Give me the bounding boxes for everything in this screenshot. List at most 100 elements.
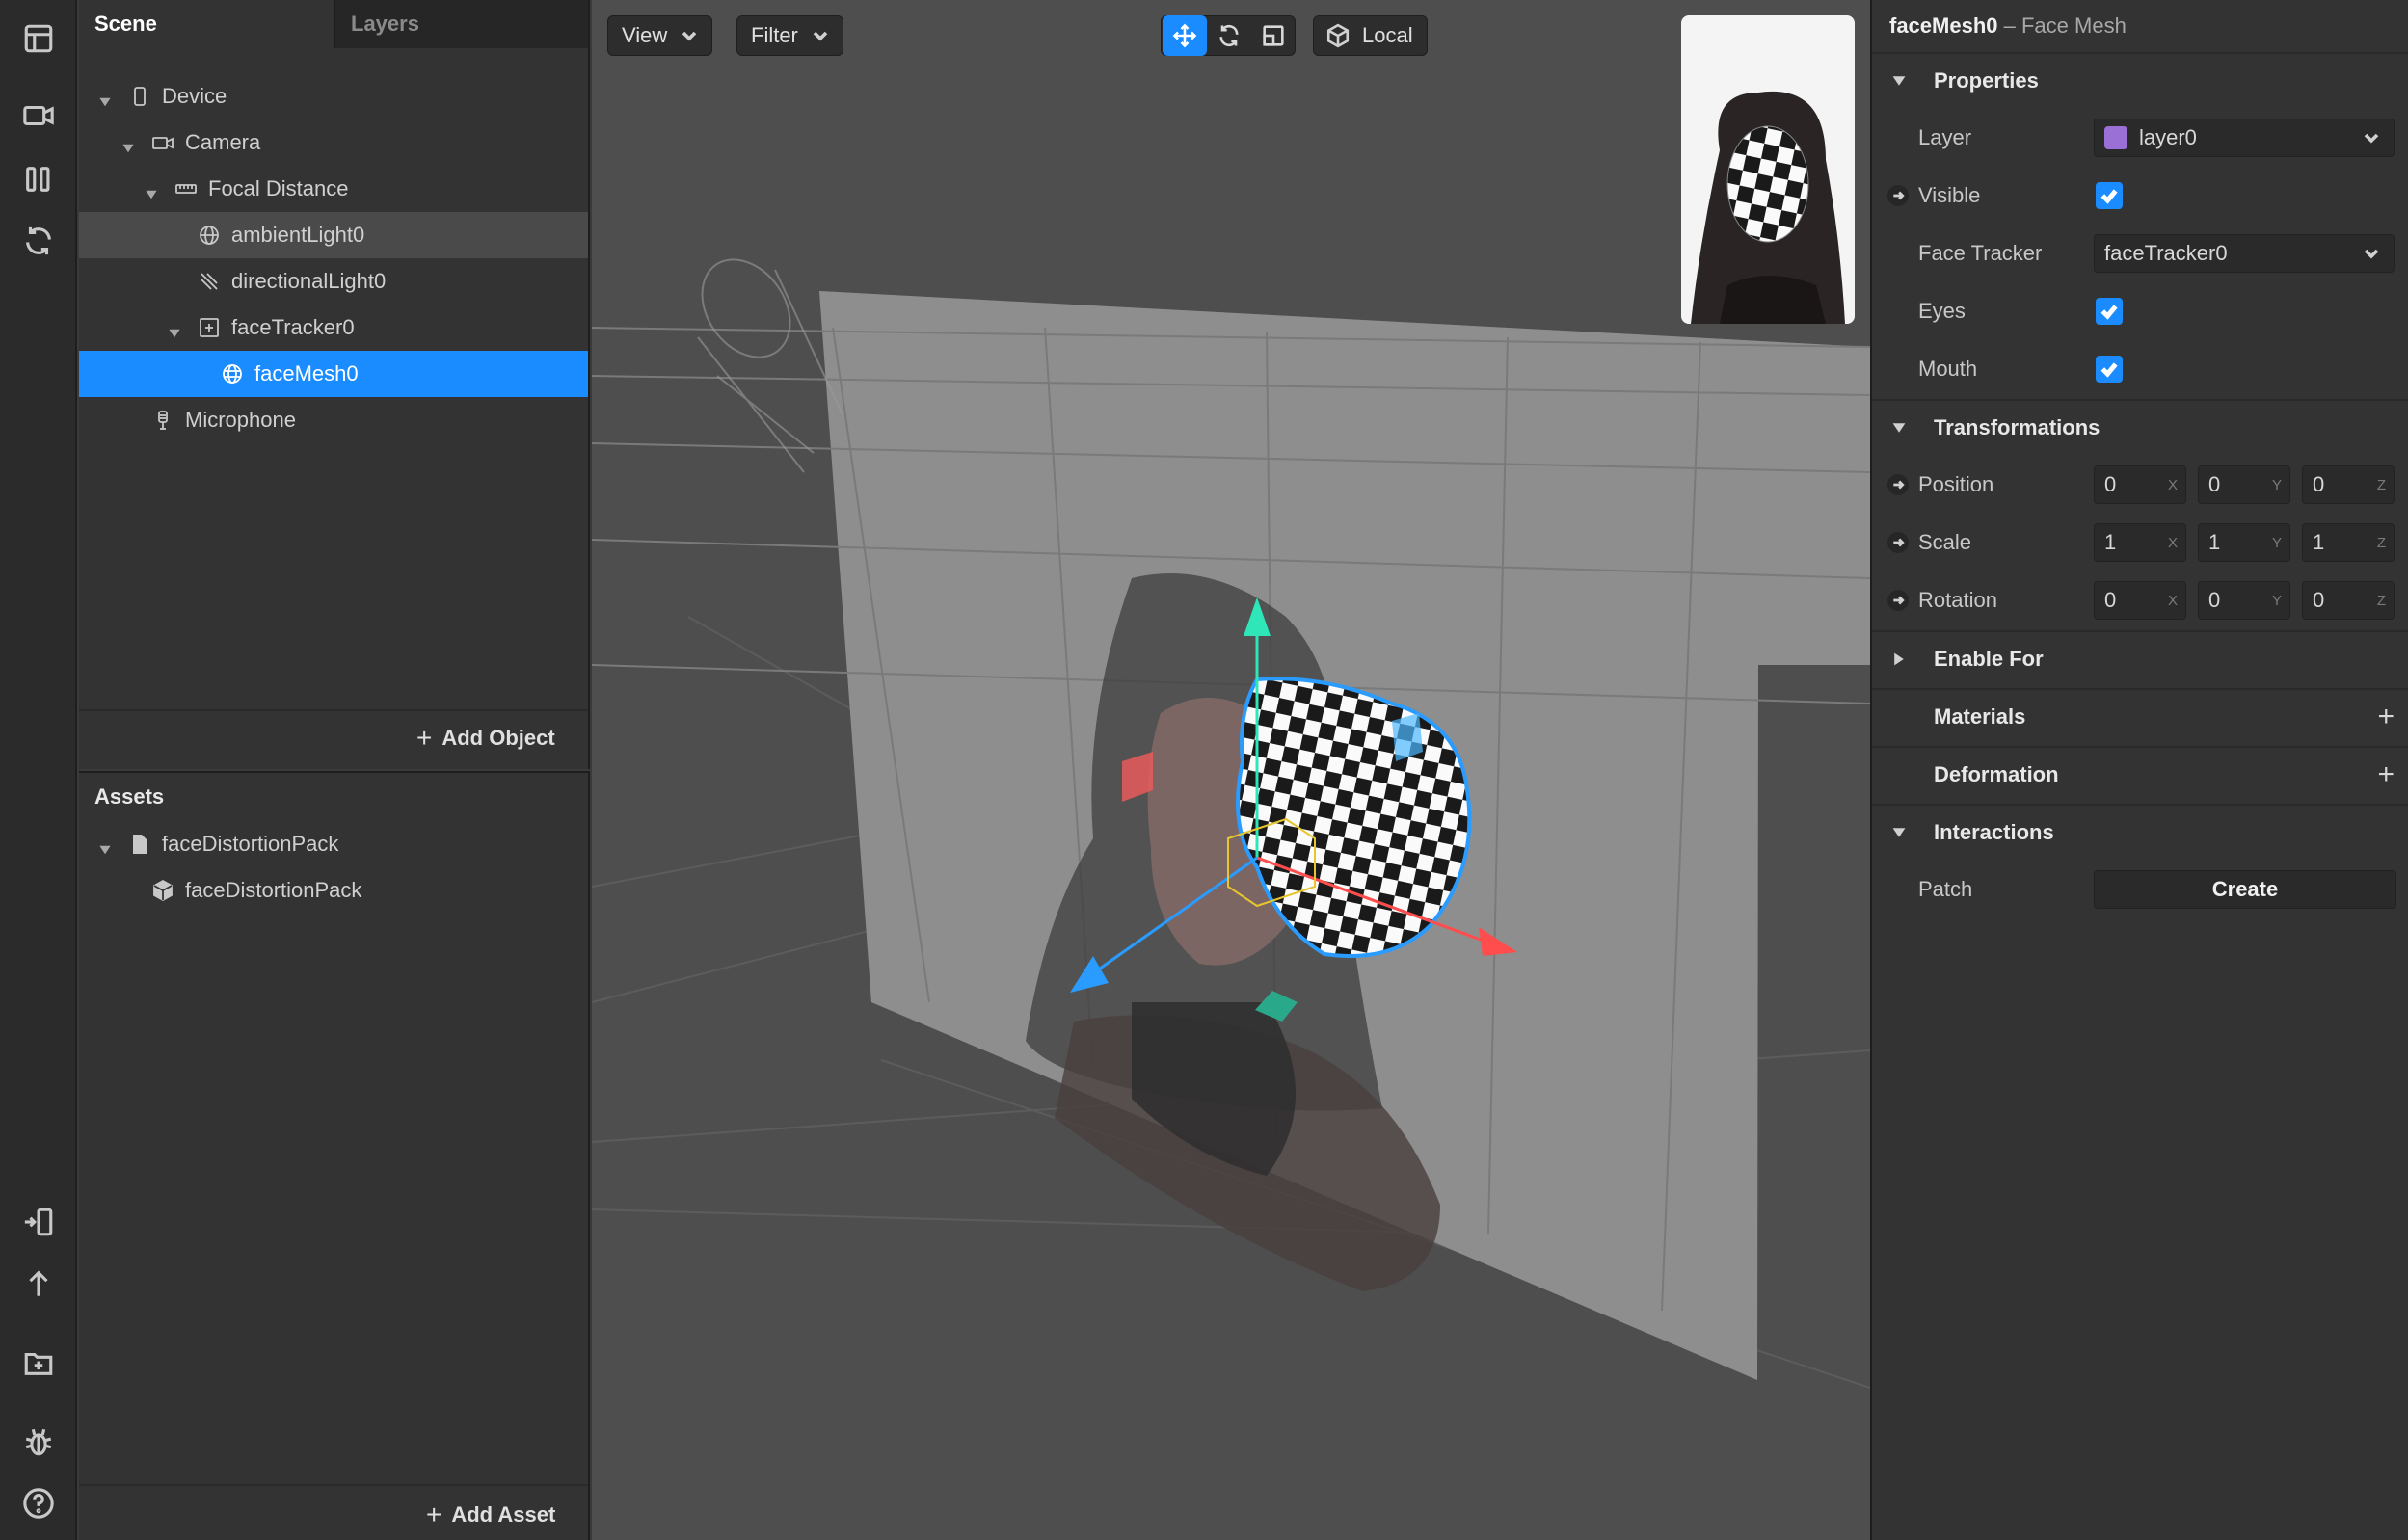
scene-panel-tabs: Scene Layers xyxy=(79,0,588,48)
tab-scene[interactable]: Scene xyxy=(79,0,334,48)
add-object-button[interactable]: + Add Object xyxy=(416,723,555,754)
position-x-field[interactable]: 0X xyxy=(2094,465,2186,504)
help-icon[interactable] xyxy=(19,1484,58,1523)
tree-item-facetracker[interactable]: faceTracker0 xyxy=(79,305,588,351)
add-asset-button[interactable]: + Add Asset xyxy=(426,1500,555,1530)
axis-label: X xyxy=(2167,476,2178,493)
field-value: 0 xyxy=(2208,472,2221,496)
add-folder-icon[interactable] xyxy=(19,1343,58,1382)
chevron-down-icon[interactable] xyxy=(98,837,112,855)
device-preview[interactable] xyxy=(1681,15,1855,324)
face-tracker-label: Face Tracker xyxy=(1918,241,2043,265)
chevron-down-icon[interactable] xyxy=(145,182,158,199)
tree-item-device[interactable]: Device xyxy=(79,73,588,119)
tree-item-focal-distance[interactable]: Focal Distance xyxy=(79,166,588,212)
mouth-label: Mouth xyxy=(1918,357,1978,381)
filter-label: Filter xyxy=(751,23,798,47)
chevron-down-icon[interactable] xyxy=(168,321,181,338)
divider xyxy=(79,1484,588,1486)
scene-canvas[interactable] xyxy=(592,0,1870,1540)
connect-arrow-icon[interactable] xyxy=(1887,590,1909,611)
prop-eyes: Eyes xyxy=(1872,283,2408,339)
connect-arrow-icon[interactable] xyxy=(1887,185,1909,206)
section-materials[interactable]: Materials + xyxy=(1872,688,2408,744)
face-tracker-icon xyxy=(197,315,222,340)
bug-icon[interactable] xyxy=(19,1422,58,1461)
section-interactions[interactable]: Interactions xyxy=(1872,804,2408,860)
add-deformation-button[interactable]: + xyxy=(2377,758,2395,791)
connect-arrow-icon[interactable] xyxy=(1887,532,1909,553)
section-properties[interactable]: Properties xyxy=(1872,52,2408,108)
axis-label: X xyxy=(2167,534,2178,551)
patch-label: Patch xyxy=(1918,877,1973,901)
field-value: 1 xyxy=(2208,530,2221,554)
refresh-icon[interactable] xyxy=(19,222,58,260)
visible-label: Visible xyxy=(1918,183,1981,207)
globe-light-icon xyxy=(197,223,222,248)
file-icon xyxy=(127,832,152,857)
asset-item-pack[interactable]: faceDistortionPack xyxy=(79,867,588,914)
eyes-checkbox[interactable] xyxy=(2096,298,2123,325)
connect-arrow-icon[interactable] xyxy=(1887,474,1909,495)
filter-dropdown[interactable]: Filter xyxy=(736,15,843,56)
phone-icon xyxy=(127,84,152,109)
field-value: 1 xyxy=(2313,530,2325,554)
rotation-y-field[interactable]: 0Y xyxy=(2198,581,2290,620)
chevron-down-icon[interactable] xyxy=(98,90,112,107)
axis-label: Y xyxy=(2271,534,2282,551)
scale-y-field[interactable]: 1Y xyxy=(2198,523,2290,562)
inspector-panel: faceMesh0 – Face Mesh Properties Layer l… xyxy=(1870,0,2408,1540)
view-dropdown[interactable]: View xyxy=(607,15,713,56)
layer-label: Layer xyxy=(1918,125,1972,149)
tree-item-facemesh[interactable]: faceMesh0 xyxy=(79,351,588,397)
tab-layers[interactable]: Layers xyxy=(334,0,588,48)
3d-viewport[interactable]: View Filter Local xyxy=(592,0,1870,1540)
chevron-down-icon[interactable] xyxy=(121,136,135,153)
tree-item-ambientlight[interactable]: ambientLight0 xyxy=(79,212,588,258)
send-to-device-icon[interactable] xyxy=(19,1203,58,1241)
tree-item-directionallight[interactable]: directionalLight0 xyxy=(79,258,588,305)
rotation-z-field[interactable]: 0Z xyxy=(2302,581,2395,620)
plus-icon: + xyxy=(426,1500,442,1529)
layer-dropdown[interactable]: layer0 xyxy=(2094,119,2395,157)
rotation-x-field[interactable]: 0X xyxy=(2094,581,2186,620)
chevron-down-icon xyxy=(1891,825,1907,840)
patch-editor-icon[interactable] xyxy=(19,160,58,199)
eyes-label: Eyes xyxy=(1918,299,1966,323)
scale-tool-button[interactable] xyxy=(1251,15,1296,56)
tree-item-label: directionalLight0 xyxy=(231,269,387,293)
position-y-field[interactable]: 0Y xyxy=(2198,465,2290,504)
position-z-field[interactable]: 0Z xyxy=(2302,465,2395,504)
face-tracker-dropdown[interactable]: faceTracker0 xyxy=(2094,234,2395,273)
divider xyxy=(79,709,588,711)
section-enable-for[interactable]: Enable For xyxy=(1872,630,2408,686)
asset-item-pack-folder[interactable]: faceDistortionPack xyxy=(79,821,588,867)
plus-icon: + xyxy=(416,723,433,753)
video-icon[interactable] xyxy=(19,96,58,135)
tree-item-label: faceMesh0 xyxy=(254,361,359,385)
visible-checkbox[interactable] xyxy=(2096,182,2123,209)
cube-icon xyxy=(150,878,175,903)
upload-icon[interactable] xyxy=(19,1264,58,1303)
scale-z-field[interactable]: 1Z xyxy=(2302,523,2395,562)
section-transformations[interactable]: Transformations xyxy=(1872,399,2408,455)
field-value: 0 xyxy=(2104,588,2117,612)
create-patch-button[interactable]: Create xyxy=(2094,870,2396,909)
local-label: Local xyxy=(1362,23,1413,47)
scale-x-field[interactable]: 1X xyxy=(2094,523,2186,562)
section-label: Properties xyxy=(1934,68,2039,93)
tree-item-camera[interactable]: Camera xyxy=(79,119,588,166)
tree-item-microphone[interactable]: Microphone xyxy=(79,397,588,443)
mouth-checkbox[interactable] xyxy=(2096,356,2123,383)
chevron-down-icon xyxy=(682,31,697,41)
chevron-down-icon xyxy=(2364,249,2379,259)
add-material-button[interactable]: + xyxy=(2377,701,2395,733)
section-deformation[interactable]: Deformation + xyxy=(1872,746,2408,802)
asset-item-label: faceDistortionPack xyxy=(185,878,362,902)
rotate-tool-button[interactable] xyxy=(1207,15,1251,56)
tree-item-label: faceTracker0 xyxy=(231,315,355,339)
move-tool-button[interactable] xyxy=(1163,15,1207,56)
prop-patch: Patch Create xyxy=(1872,862,2408,917)
local-space-toggle[interactable]: Local xyxy=(1313,15,1428,56)
layout-icon[interactable] xyxy=(19,19,58,58)
